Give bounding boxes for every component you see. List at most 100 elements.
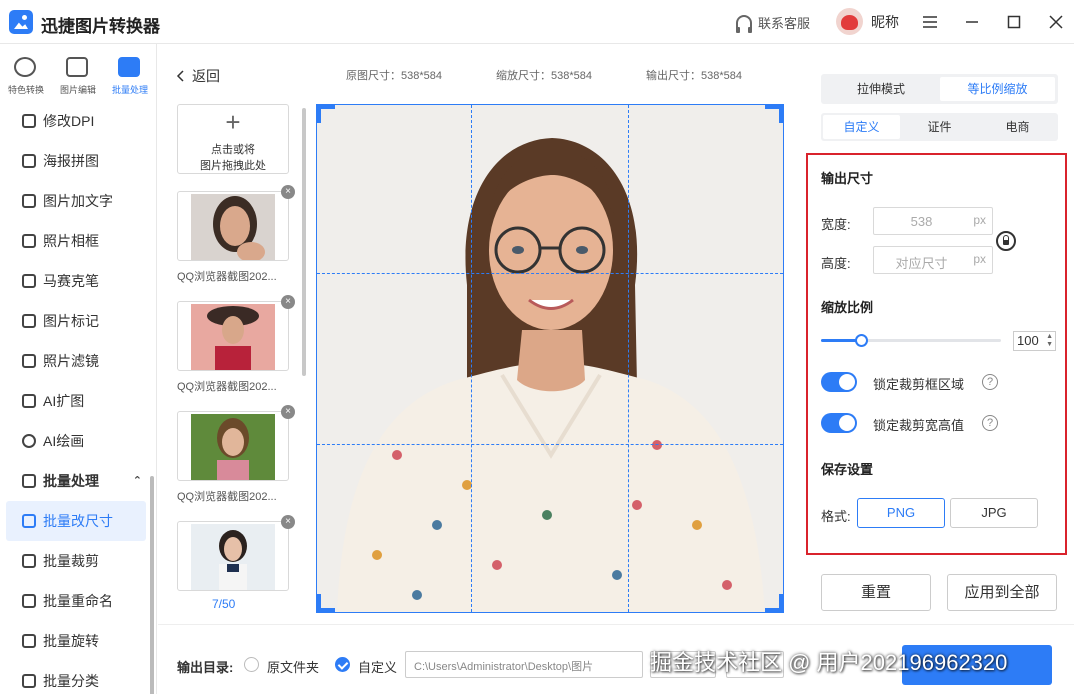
sidebar-item-ai-paint[interactable]: AI绘画 xyxy=(0,421,150,461)
scale-slider[interactable] xyxy=(821,334,1001,347)
rotate-icon xyxy=(22,634,36,648)
file-name: QQ浏览器截图202... xyxy=(177,381,277,393)
file-thumbnail[interactable]: × xyxy=(177,295,295,371)
sidebar-item-label: AI扩图 xyxy=(43,393,85,409)
sidebar-item-filter[interactable]: 照片滤镜 xyxy=(0,341,150,381)
preview-image xyxy=(317,105,783,612)
tab-proportional-scale[interactable]: 等比例缩放 xyxy=(940,77,1055,101)
height-value: 对应尺寸 xyxy=(895,256,948,271)
tab-batch-process[interactable]: 批量处理 xyxy=(104,44,156,100)
add-image-dropzone[interactable]: + 点击或将 图片拖拽此处 xyxy=(177,104,289,174)
format-label: 格式: xyxy=(821,509,851,524)
height-unit: px xyxy=(973,252,986,266)
width-value: 538 xyxy=(910,214,933,229)
tab-stretch-mode[interactable]: 拉伸模式 xyxy=(824,77,938,101)
rename-icon xyxy=(22,594,36,608)
sidebar-item-ai-expand[interactable]: AI扩图 xyxy=(0,381,150,421)
image-canvas[interactable] xyxy=(316,104,784,613)
width-unit: px xyxy=(973,213,986,227)
sidebar-item-label: 批量改尺寸 xyxy=(43,513,113,529)
remove-file-icon[interactable]: × xyxy=(281,295,295,309)
mode-tabs: 拉伸模式 等比例缩放 xyxy=(821,74,1058,104)
dropzone-line-2: 图片拖拽此处 xyxy=(200,160,266,172)
tab-custom[interactable]: 自定义 xyxy=(823,115,900,139)
sidebar-item-collage[interactable]: 海报拼图 xyxy=(0,141,150,181)
crop-handle-bottom-left[interactable] xyxy=(317,594,335,612)
sidebar-item-batch-classify[interactable]: 批量分类 xyxy=(0,661,150,694)
sidebar-item-frame[interactable]: 照片相框 xyxy=(0,221,150,261)
apply-all-button[interactable]: 应用到全部 xyxy=(947,574,1057,611)
mosaic-icon xyxy=(22,274,36,288)
watermark: 掘金技术社区 @ 用户2021969623​20 xyxy=(650,650,1008,675)
tab-label: 图片编辑 xyxy=(59,85,96,95)
resize-icon xyxy=(22,514,36,528)
tab-id-photo[interactable]: 证件 xyxy=(901,115,978,139)
crop-handle-top-right[interactable] xyxy=(765,105,783,123)
format-png-button[interactable]: PNG xyxy=(857,498,945,528)
maximize-icon[interactable] xyxy=(1002,10,1026,34)
sidebar-item-batch-rename[interactable]: 批量重命名 xyxy=(0,581,150,621)
ai-expand-icon xyxy=(22,394,36,408)
tab-special-convert[interactable]: 特色转换 xyxy=(0,44,52,100)
stepper-arrows-icon[interactable]: ▲ ▼ xyxy=(1046,333,1053,349)
sidebar-scrollbar[interactable] xyxy=(150,476,154,694)
chevron-up-icon: ⌃ xyxy=(132,475,142,487)
convert-icon xyxy=(14,57,36,77)
help-icon[interactable]: ? xyxy=(982,374,998,390)
sidebar-item-batch-resize[interactable]: 批量改尺寸 xyxy=(6,501,146,541)
sidebar-item-label: 批量重命名 xyxy=(43,593,113,609)
sidebar-item-label: 马赛克笔 xyxy=(43,273,99,289)
source-folder-radio[interactable] xyxy=(244,657,259,672)
width-label: 宽度: xyxy=(821,217,851,232)
sidebar-section-batch[interactable]: 批量处理 ⌃ xyxy=(0,461,150,501)
output-size: 输出尺寸：538*584 xyxy=(646,70,742,82)
file-name: QQ浏览器截图202... xyxy=(177,271,277,283)
file-list-scrollbar[interactable] xyxy=(302,108,306,376)
app-title: 迅捷图片转换器 xyxy=(41,17,160,36)
nickname[interactable]: 昵称 xyxy=(871,12,899,32)
left-nav: 特色转换 图片编辑 批量处理 修改DPI 海报拼图 图片加文字 照片相框 马赛克… xyxy=(0,44,157,694)
sidebar-item-mosaic[interactable]: 马赛克笔 xyxy=(0,261,150,301)
scale-value: 100 xyxy=(1017,333,1039,348)
sidebar-item-batch-rotate[interactable]: 批量旋转 xyxy=(0,621,150,661)
dpi-icon xyxy=(22,114,36,128)
file-thumbnail[interactable]: × xyxy=(177,515,295,591)
file-name: QQ浏览器截图202... xyxy=(177,491,277,503)
height-field[interactable]: 对应尺寸 px xyxy=(873,246,993,274)
thumbnail-image xyxy=(191,304,275,370)
minimize-icon[interactable] xyxy=(960,10,984,34)
lock-crop-area-toggle[interactable] xyxy=(821,372,857,392)
sidebar-item-label: 修改DPI xyxy=(43,113,95,129)
file-thumbnail[interactable]: × xyxy=(177,405,295,481)
reset-button[interactable]: 重置 xyxy=(821,574,931,611)
remove-file-icon[interactable]: × xyxy=(281,405,295,419)
crop-handle-bottom-right[interactable] xyxy=(765,594,783,612)
scale-slider-knob[interactable] xyxy=(854,334,868,347)
avatar[interactable] xyxy=(836,8,863,35)
custom-folder-radio[interactable] xyxy=(335,657,350,672)
sidebar-item-mark[interactable]: 图片标记 xyxy=(0,301,150,341)
scale-stepper[interactable]: 100 ▲ ▼ xyxy=(1013,331,1056,351)
lock-crop-ratio-toggle[interactable] xyxy=(821,413,857,433)
file-thumbnail[interactable]: × xyxy=(177,185,295,261)
back-button[interactable]: 返回 xyxy=(176,66,220,86)
close-icon[interactable] xyxy=(1044,10,1068,34)
sidebar-item-add-text[interactable]: 图片加文字 xyxy=(0,181,150,221)
source-folder-label: 原文件夹 xyxy=(267,660,320,675)
help-icon[interactable]: ? xyxy=(982,415,998,431)
crop-handle-top-left[interactable] xyxy=(317,105,335,123)
lock-icon[interactable] xyxy=(996,231,1016,251)
width-field[interactable]: 538 px xyxy=(873,207,993,235)
support-link[interactable]: 联系客服 xyxy=(736,13,810,33)
tab-ecommerce[interactable]: 电商 xyxy=(979,115,1056,139)
remove-file-icon[interactable]: × xyxy=(281,185,295,199)
dropzone-line-1: 点击或将 xyxy=(211,144,255,156)
frame-icon xyxy=(22,234,36,248)
sidebar-item-dpi[interactable]: 修改DPI xyxy=(0,101,150,141)
hamburger-icon[interactable] xyxy=(918,10,942,34)
output-path-field[interactable]: C:\Users\Administrator\Desktop\图片 xyxy=(405,651,643,678)
remove-file-icon[interactable]: × xyxy=(281,515,295,529)
sidebar-item-batch-crop[interactable]: 批量裁剪 xyxy=(0,541,150,581)
format-jpg-button[interactable]: JPG xyxy=(950,498,1038,528)
tab-image-edit[interactable]: 图片编辑 xyxy=(52,44,104,100)
